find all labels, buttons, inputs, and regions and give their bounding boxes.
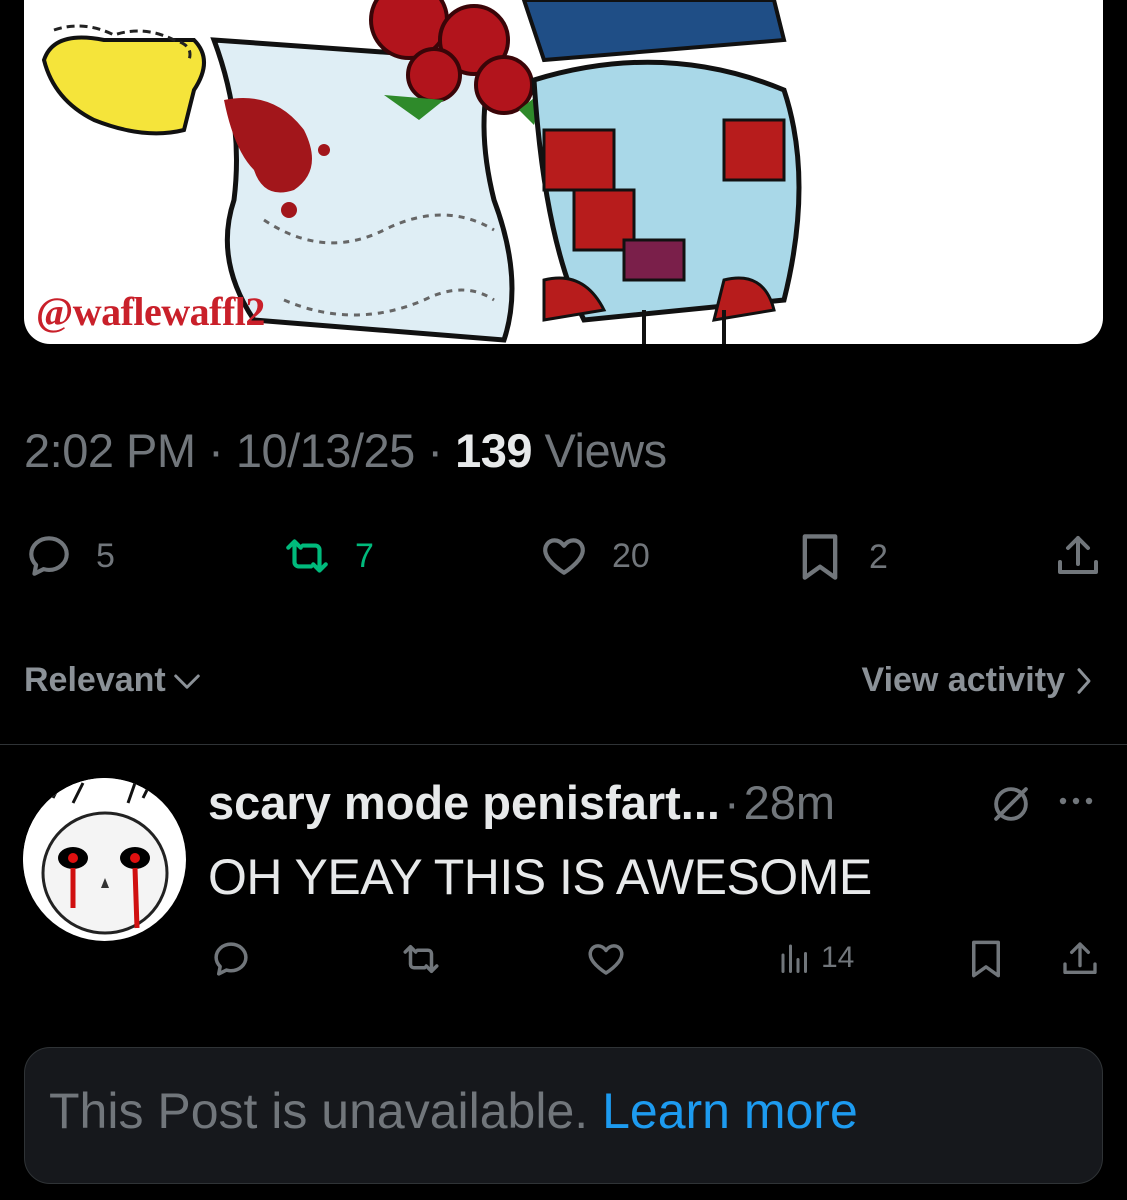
reply-text: OH YEAY THIS IS AWESOME: [208, 849, 872, 905]
reply-icon: [214, 942, 248, 976]
reply-views-button[interactable]: 14: [777, 940, 854, 976]
meta-separator: ·: [208, 424, 224, 477]
share-button[interactable]: [1054, 531, 1102, 581]
reply-avatar[interactable]: [23, 778, 186, 941]
views-icon: [781, 944, 807, 973]
bookmark-icon: [972, 940, 1000, 978]
artist-watermark: @waflewaffl2: [36, 289, 265, 334]
reply-share-button[interactable]: [1060, 938, 1100, 980]
repost-icon: [286, 539, 328, 573]
bookmark-icon: [802, 534, 838, 580]
reply-views-count: 14: [821, 941, 855, 974]
reply-separator: ·: [723, 776, 740, 829]
unavailable-post-notice: This Post is unavailable. Learn more: [24, 1047, 1103, 1184]
meta-separator: ·: [427, 424, 443, 477]
replies-sort-dropdown[interactable]: Relevant: [24, 661, 202, 700]
repost-icon: [403, 945, 439, 973]
reply-icon: [29, 536, 69, 576]
unavailable-text: This Post is unavailable.: [49, 1083, 589, 1139]
repost-button[interactable]: 7: [277, 531, 374, 581]
avatar-image: [23, 778, 185, 940]
like-button[interactable]: 20: [538, 531, 650, 581]
share-icon: [1063, 942, 1097, 974]
sort-label: Relevant: [24, 661, 166, 699]
reply-reply-button[interactable]: [210, 938, 252, 980]
view-activity-label: View activity: [861, 661, 1066, 699]
reply-author-name[interactable]: scary mode penisfart...: [208, 775, 720, 830]
reply-count: 5: [96, 536, 115, 575]
views-label[interactable]: Views: [545, 424, 668, 477]
views-count[interactable]: 139: [455, 424, 532, 477]
chevron-right-icon: [1077, 667, 1091, 694]
like-count: 20: [612, 536, 650, 575]
chevron-down-icon: [173, 674, 200, 689]
post-date[interactable]: 10/13/25: [236, 424, 415, 477]
reply-time[interactable]: 28m: [744, 775, 835, 830]
reply-repost-button[interactable]: [396, 938, 446, 980]
post-media-image[interactable]: @waflewaffl2: [24, 0, 1103, 344]
bookmark-button[interactable]: 2: [797, 531, 888, 583]
view-activity-link[interactable]: View activity: [862, 661, 1094, 700]
like-icon: [543, 538, 585, 575]
post-time: 2:02 PM: [24, 424, 196, 477]
reply-header: scary mode penisfart... · 28m: [208, 775, 835, 830]
reply-bookmark-button[interactable]: [968, 938, 1004, 980]
reply-button[interactable]: 5: [24, 531, 115, 581]
like-icon: [588, 944, 624, 975]
share-icon: [1058, 536, 1098, 574]
learn-more-link[interactable]: Learn more: [602, 1083, 858, 1139]
post-meta-line: 2:02 PM · 10/13/25 · 139 Views: [24, 423, 667, 478]
reply-like-button[interactable]: [584, 938, 628, 980]
more-icon[interactable]: [1056, 795, 1096, 807]
grok-icon[interactable]: [990, 783, 1032, 825]
repost-count: 7: [355, 536, 374, 575]
section-divider: [0, 744, 1127, 745]
bookmark-count: 2: [869, 537, 888, 576]
